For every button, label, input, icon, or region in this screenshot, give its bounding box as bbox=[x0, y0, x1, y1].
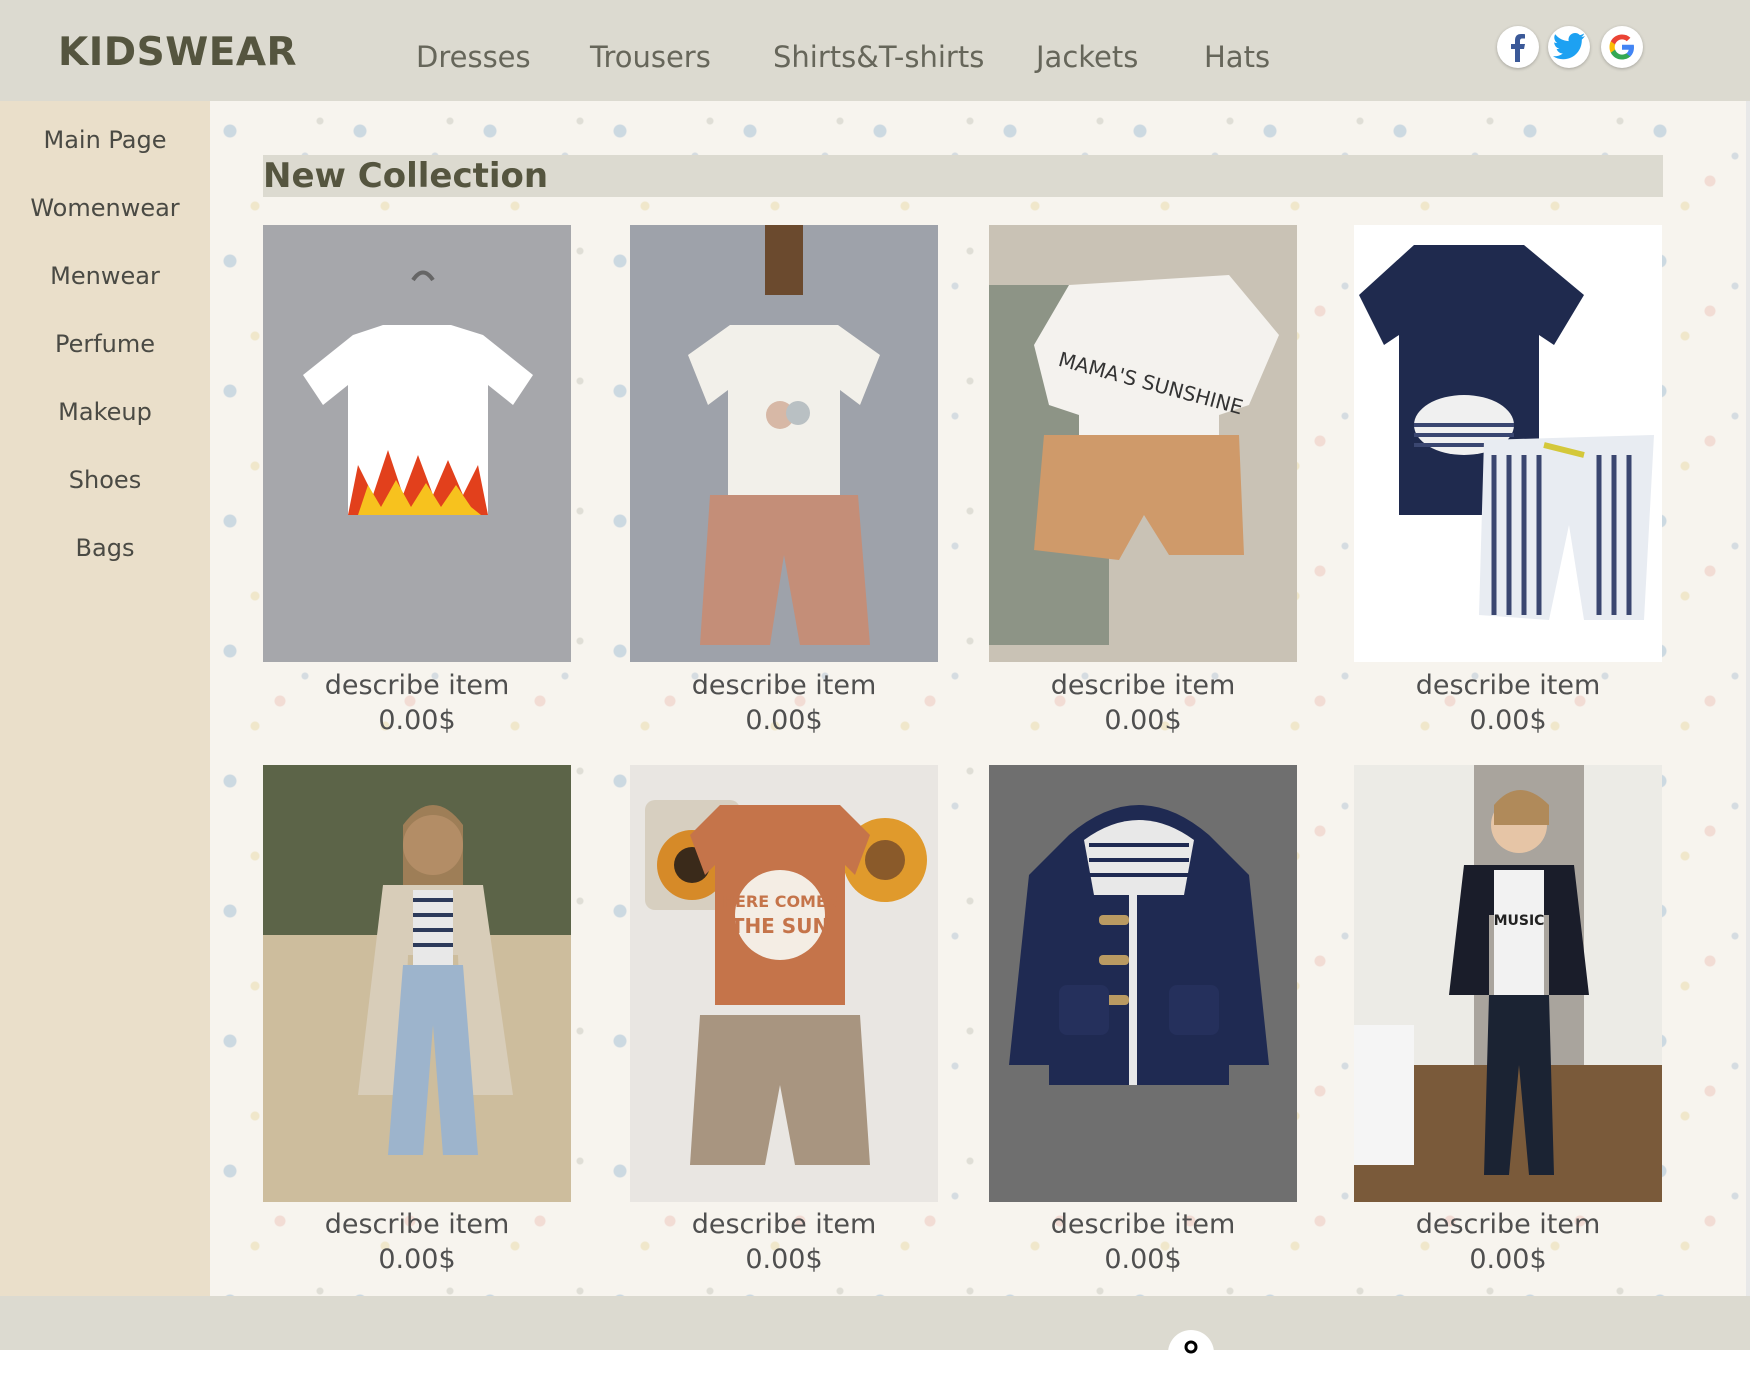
girl-trench-coat-photo bbox=[263, 765, 571, 1202]
product-price: 0.00$ bbox=[1104, 705, 1182, 736]
product-image-7[interactable] bbox=[989, 765, 1297, 1202]
product-price: 0.00$ bbox=[378, 705, 456, 736]
product-price: 0.00$ bbox=[1104, 1244, 1182, 1275]
navy-duffle-coat-photo bbox=[989, 765, 1297, 1202]
nav-dresses[interactable]: Dresses bbox=[416, 40, 531, 74]
section-title: New Collection bbox=[263, 156, 549, 196]
product-image-4[interactable] bbox=[1354, 225, 1662, 662]
google-icon[interactable] bbox=[1601, 26, 1643, 68]
sidebar-item-womenwear[interactable]: Womenwear bbox=[0, 194, 210, 222]
product-description: describe item bbox=[324, 670, 510, 701]
brand-logo[interactable]: KIDSWEAR bbox=[58, 30, 297, 75]
product-price: 0.00$ bbox=[745, 705, 823, 736]
nav-hats[interactable]: Hats bbox=[1204, 40, 1270, 74]
sidebar-item-main-page[interactable]: Main Page bbox=[0, 126, 210, 154]
product-description: describe item bbox=[691, 670, 877, 701]
sidebar-item-bags[interactable]: Bags bbox=[0, 534, 210, 562]
svg-text:HERE COMES: HERE COMES bbox=[722, 892, 839, 911]
facebook-icon[interactable] bbox=[1497, 26, 1539, 68]
sidebar-item-menwear[interactable]: Menwear bbox=[0, 262, 210, 290]
svg-text:MUSIC: MUSIC bbox=[1494, 913, 1545, 929]
product-description: describe item bbox=[691, 1209, 877, 1240]
product-description: describe item bbox=[1415, 670, 1601, 701]
product-image-2[interactable] bbox=[630, 225, 938, 662]
product-description: describe item bbox=[1050, 670, 1236, 701]
product-description: describe item bbox=[324, 1209, 510, 1240]
flame-crop-tee-photo bbox=[263, 225, 571, 662]
sidebar-item-perfume[interactable]: Perfume bbox=[0, 330, 210, 358]
product-image-6[interactable]: HERE COMES THE SUN bbox=[630, 765, 938, 1202]
product-price: 0.00$ bbox=[1469, 1244, 1547, 1275]
whale-tee-shorts-photo bbox=[1354, 225, 1662, 662]
mamas-sunshine-outfit-photo: MAMA'S SUNSHINE bbox=[989, 225, 1297, 662]
twitter-icon[interactable] bbox=[1548, 26, 1590, 68]
sidebar-item-shoes[interactable]: Shoes bbox=[0, 466, 210, 494]
scrollbar[interactable] bbox=[1746, 101, 1750, 1296]
product-price: 0.00$ bbox=[378, 1244, 456, 1275]
here-comes-the-sun-outfit-photo: HERE COMES THE SUN bbox=[630, 765, 938, 1202]
nav-shirts-tshirts[interactable]: Shirts&T-shirts bbox=[773, 40, 984, 74]
nav-jackets[interactable]: Jackets bbox=[1036, 40, 1138, 74]
boy-blazer-photo: MUSIC bbox=[1354, 765, 1662, 1202]
product-price: 0.00$ bbox=[745, 1244, 823, 1275]
sidebar-item-makeup[interactable]: Makeup bbox=[0, 398, 210, 426]
svg-text:THE SUN: THE SUN bbox=[731, 914, 829, 938]
product-image-3[interactable]: MAMA'S SUNSHINE bbox=[989, 225, 1297, 662]
tee-and-shorts-set-photo bbox=[630, 225, 938, 662]
footer bbox=[0, 1296, 1750, 1350]
product-image-5[interactable] bbox=[263, 765, 571, 1202]
product-image-8[interactable]: MUSIC bbox=[1354, 765, 1662, 1202]
nav-trousers[interactable]: Trousers bbox=[590, 40, 711, 74]
product-description: describe item bbox=[1415, 1209, 1601, 1240]
product-description: describe item bbox=[1050, 1209, 1236, 1240]
product-price: 0.00$ bbox=[1469, 705, 1547, 736]
chat-icon[interactable] bbox=[1168, 1330, 1214, 1376]
product-image-1[interactable] bbox=[263, 225, 571, 662]
